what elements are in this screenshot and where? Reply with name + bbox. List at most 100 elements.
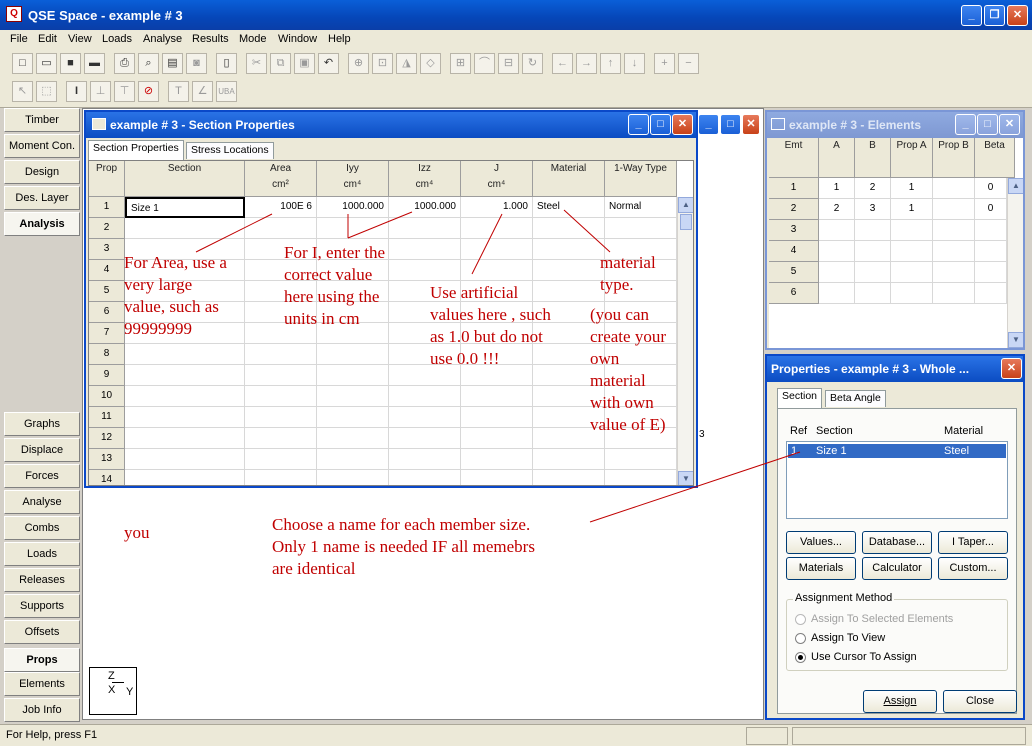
nav-analyse[interactable]: Analyse — [4, 490, 80, 514]
row-header[interactable]: 8 — [89, 344, 125, 365]
grid-cell[interactable] — [245, 386, 317, 407]
grid-cell[interactable] — [245, 470, 317, 485]
properties-close-button[interactable]: ✕ — [1001, 358, 1022, 379]
bg-maximize-button[interactable]: □ — [720, 114, 741, 135]
element-row-header[interactable]: 1 — [769, 178, 819, 199]
grid-cell[interactable] — [317, 218, 389, 239]
menu-loads[interactable]: Loads — [102, 33, 132, 45]
bg-minimize-button[interactable]: _ — [698, 114, 719, 135]
grid-cell[interactable] — [125, 344, 245, 365]
grid-cell[interactable] — [125, 470, 245, 485]
grid-cell[interactable] — [461, 449, 533, 470]
section-list[interactable]: 1 Size 1 Steel — [786, 441, 1008, 519]
nav-displace[interactable]: Displace — [4, 438, 80, 462]
cell-section-name[interactable]: Size 1 — [125, 197, 245, 218]
open-folder-alt-icon[interactable]: ▬ — [84, 53, 105, 74]
menu-edit[interactable]: Edit — [38, 33, 57, 45]
values-button[interactable]: Values... — [786, 531, 856, 554]
scroll-thumb[interactable] — [680, 214, 692, 230]
row-header[interactable]: 2 — [89, 218, 125, 239]
print-preview-icon[interactable]: ⌕ — [138, 53, 159, 74]
scroll-down-icon[interactable]: ▼ — [1008, 332, 1023, 348]
element-cell-propa[interactable] — [891, 241, 933, 262]
element-row-header[interactable]: 3 — [769, 220, 819, 241]
section-minimize-button[interactable]: _ — [628, 114, 649, 135]
grid-cell[interactable] — [605, 470, 677, 485]
paste-icon[interactable]: ▣ — [294, 53, 315, 74]
nav-releases[interactable]: Releases — [4, 568, 80, 592]
grid-cell[interactable] — [533, 218, 605, 239]
cell-iyy[interactable]: 1000.000 — [317, 197, 389, 218]
3d-view-icon[interactable]: ◇ — [420, 53, 441, 74]
nav-elements[interactable]: Elements — [4, 672, 80, 696]
assign-button[interactable]: Assign — [863, 690, 937, 713]
grid-cell[interactable] — [317, 449, 389, 470]
select-box-icon[interactable]: ⬚ — [36, 81, 57, 102]
copy-icon[interactable]: ⧉ — [270, 53, 291, 74]
cell-1way-type[interactable]: Normal — [605, 197, 677, 218]
element-cell-propb[interactable] — [933, 199, 975, 220]
close-dialog-button[interactable]: Close — [943, 690, 1017, 713]
grid-cell[interactable] — [125, 386, 245, 407]
open-folder-icon[interactable]: ▭ — [36, 53, 57, 74]
print-setup-icon[interactable]: ▤ — [162, 53, 183, 74]
scroll-up-icon[interactable]: ▲ — [678, 197, 693, 213]
maximize-button[interactable]: ❐ — [984, 5, 1005, 26]
nav-timber[interactable]: Timber — [4, 108, 80, 132]
element-cell-a[interactable]: 2 — [819, 199, 855, 220]
scroll-down-icon[interactable]: ▼ — [678, 471, 693, 485]
element-cell-propa[interactable]: 1 — [891, 199, 933, 220]
rotate-icon[interactable]: ↻ — [522, 53, 543, 74]
label-tool-icon[interactable]: T — [168, 81, 189, 102]
grid-cell[interactable] — [389, 449, 461, 470]
materials-button[interactable]: Materials — [786, 557, 856, 580]
element-cell-beta[interactable] — [975, 220, 1007, 241]
row-header[interactable]: 10 — [89, 386, 125, 407]
grid-cell[interactable] — [605, 449, 677, 470]
grid-cell[interactable] — [245, 344, 317, 365]
cell-material[interactable]: Steel — [533, 197, 605, 218]
cell-area[interactable]: 100E 6 — [245, 197, 317, 218]
element-cell-b[interactable] — [855, 283, 891, 304]
table-icon[interactable]: ⊟ — [498, 53, 519, 74]
nav-des-layer[interactable]: Des. Layer — [4, 186, 80, 210]
element-cell-propb[interactable] — [933, 283, 975, 304]
grid-cell[interactable] — [125, 365, 245, 386]
nav-props[interactable]: Props — [4, 648, 80, 672]
save-icon[interactable]: ■ — [60, 53, 81, 74]
chart-icon[interactable]: ◮ — [396, 53, 417, 74]
cell-j[interactable]: 1.000 — [461, 197, 533, 218]
arrow-left-icon[interactable]: ← — [552, 53, 573, 74]
grid-cell[interactable] — [533, 449, 605, 470]
nav-design[interactable]: Design — [4, 160, 80, 184]
section-maximize-button[interactable]: □ — [650, 114, 671, 135]
nav-forces[interactable]: Forces — [4, 464, 80, 488]
element-cell-propb[interactable] — [933, 262, 975, 283]
grid-cell[interactable] — [461, 260, 533, 281]
arrow-down-icon[interactable]: ↓ — [624, 53, 645, 74]
database-button[interactable]: Database... — [862, 531, 932, 554]
grid-cell[interactable] — [317, 407, 389, 428]
tab-section[interactable]: Section — [777, 388, 823, 408]
grid-cell[interactable] — [533, 239, 605, 260]
row-header[interactable]: 4 — [89, 260, 125, 281]
element-row-header[interactable]: 6 — [769, 283, 819, 304]
section-tool-alt-icon[interactable]: ⊤ — [114, 81, 135, 102]
grid-cell[interactable] — [533, 470, 605, 485]
calculator-button[interactable]: Calculator — [862, 557, 932, 580]
grid-cell[interactable] — [317, 344, 389, 365]
grid-cell[interactable] — [461, 428, 533, 449]
use-cursor-radio[interactable] — [795, 652, 806, 663]
element-cell-a[interactable] — [819, 283, 855, 304]
menu-analyse[interactable]: Analyse — [143, 33, 182, 45]
grid-cell[interactable] — [317, 470, 389, 485]
grid-cell[interactable] — [245, 407, 317, 428]
element-cell-beta[interactable] — [975, 241, 1007, 262]
tab-section-properties[interactable]: Section Properties — [88, 140, 184, 160]
row-header[interactable]: 13 — [89, 449, 125, 470]
row-header[interactable]: 9 — [89, 365, 125, 386]
scroll-up-icon[interactable]: ▲ — [1008, 178, 1023, 194]
element-cell-b[interactable] — [855, 262, 891, 283]
grid-cell[interactable] — [389, 470, 461, 485]
section-close-button[interactable]: ✕ — [672, 114, 693, 135]
